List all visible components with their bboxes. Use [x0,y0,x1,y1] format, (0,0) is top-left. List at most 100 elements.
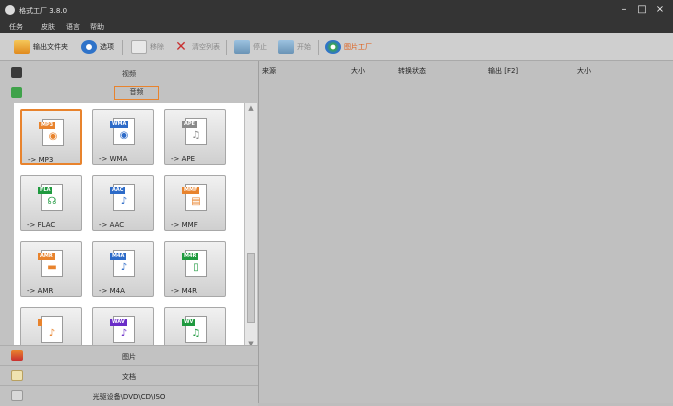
picture-factory-button[interactable]: 图片工厂 [325,39,372,55]
toolbar-divider [318,40,319,55]
output-folder-label: 输出文件夹 [33,43,68,51]
format-tile[interactable]: AMR ▬ -> AMR [20,241,82,297]
menu-language[interactable]: 语言 [66,22,80,32]
format-tile[interactable]: WMA ◉ -> WMA [92,109,154,165]
format-tile-label: -> APE [171,155,196,163]
format-badge: APE [182,121,197,128]
format-glyph-icon: ▤ [191,196,201,207]
start-icon [278,40,294,54]
category-document-label: 文档 [122,373,136,381]
format-tile[interactable]: MMF ▤ -> MMF [164,175,226,231]
close-button[interactable]: × [653,4,667,16]
column-size[interactable]: 大小 [351,66,365,76]
audio-file-icon: WMA ◉ [110,118,135,145]
audio-file-icon: ♪ [38,316,63,343]
gear-icon [81,40,97,54]
audio-file-icon: AAC ♪ [110,184,135,211]
audio-file-icon: MP3 ◉ [39,119,64,146]
format-tile[interactable]: AAC ♪ -> AAC [92,175,154,231]
app-logo-icon [5,5,15,15]
format-tile[interactable]: FLA ☊ -> FLAC [20,175,82,231]
column-status[interactable]: 转换状态 [398,66,426,76]
format-glyph-icon: ▯ [193,262,199,273]
format-badge: FLA [38,187,53,194]
output-folder-button[interactable]: 输出文件夹 [14,39,68,55]
toolbar: 输出文件夹 选项 移除 ✕ 清空列表 停止 开始 图片工厂 [0,33,673,61]
format-tile[interactable]: ♪ [20,307,82,349]
clear-list-button[interactable]: ✕ 清空列表 [173,39,220,55]
column-output[interactable]: 输出 [F2] [488,66,518,76]
format-tile[interactable]: M4A ♪ -> M4A [92,241,154,297]
format-badge: WV [182,319,196,326]
audio-file-icon: AMR ▬ [38,250,63,277]
start-label: 开始 [297,43,311,51]
format-tile-label: -> FLAC [27,221,56,229]
menu-help[interactable]: 帮助 [90,22,104,32]
audio-file-icon: APE ♫ [182,118,207,145]
format-badge: AAC [110,187,126,194]
format-glyph-icon: ◉ [119,130,129,141]
remove-button[interactable]: 移除 [131,39,164,55]
menu-skin[interactable]: 皮肤 [41,22,55,32]
format-tile[interactable]: APE ♫ -> APE [164,109,226,165]
format-badge: M4A [110,253,127,260]
category-panel: 视频 音频 MP3 ◉ -> MP3 WMA ◉ -> WMA APE ♫ -> APE FLA ☊… [0,61,259,406]
toolbar-divider [122,40,123,55]
options-button[interactable]: 选项 [81,39,114,55]
format-badge: MMF [182,187,200,194]
column-output-size[interactable]: 大小 [577,66,591,76]
format-badge [38,319,42,326]
menu-task[interactable]: 任务 [9,22,23,32]
format-tile[interactable]: M4R ▯ -> M4R [164,241,226,297]
format-glyph-icon: ♪ [120,196,128,207]
format-badge: M4R [182,253,199,260]
audio-file-icon: FLA ☊ [38,184,63,211]
format-glyph-icon: ▬ [47,262,57,273]
delete-icon: ✕ [175,39,187,55]
format-badge: AMR [38,253,55,260]
clear-list-label: 清空列表 [192,43,220,51]
category-video-label: 视频 [122,70,136,78]
scroll-up-icon[interactable]: ▲ [246,103,256,113]
format-glyph-icon: ♪ [120,328,128,339]
format-tile[interactable]: MP3 ◉ -> MP3 [20,109,82,165]
audio-file-icon: WV ♫ [182,316,207,343]
format-glyph-icon: ♪ [48,328,56,339]
format-glyph-icon: ♫ [191,328,201,339]
stop-button[interactable]: 停止 [234,39,267,55]
document-icon [131,40,147,54]
format-badge: WMA [110,121,129,128]
format-grid-scrollbar[interactable]: ▲ ▼ [244,103,257,349]
format-glyph-icon: ♫ [191,130,201,141]
format-glyph-icon: ◉ [48,131,58,142]
audio-file-icon: M4A ♪ [110,250,135,277]
category-rom-label: 光驱设备\DVD\CD\ISO [92,393,166,401]
format-tile[interactable]: WAV ♪ [92,307,154,349]
audio-format-grid: MP3 ◉ -> MP3 WMA ◉ -> WMA APE ♫ -> APE FLA ☊ -> FLA… [14,103,244,349]
menu-bar: 任务 皮肤 语言 帮助 [0,20,673,33]
options-label: 选项 [100,43,114,51]
toolbar-divider [226,40,227,55]
category-audio-label: 音频 [114,86,159,100]
folder-icon [14,40,30,54]
format-glyph-icon: ♪ [120,262,128,273]
task-list[interactable]: 来源 大小 转换状态 输出 [F2] 大小 [259,61,673,403]
category-document[interactable]: 文档 [0,365,258,386]
format-tile-label: -> MMF [171,221,198,229]
format-tile-label: -> AMR [27,287,54,295]
window-title: 格式工厂 3.8.0 [19,7,68,15]
start-button[interactable]: 开始 [278,39,311,55]
column-source[interactable]: 来源 [262,66,276,76]
category-picture[interactable]: 图片 [0,345,258,366]
format-tile[interactable]: WV ♫ [164,307,226,349]
format-tile-label: -> WMA [99,155,128,163]
title-bar: 格式工厂 3.8.0 – □ × [0,0,673,20]
audio-file-icon: M4R ▯ [182,250,207,277]
scrollbar-thumb[interactable] [247,253,255,323]
music-note-icon [11,87,22,98]
maximize-button[interactable]: □ [635,4,649,16]
format-tile-label: -> MP3 [28,156,54,164]
minimize-button[interactable]: – [617,4,631,16]
category-video[interactable]: 视频 [0,63,258,83]
remove-label: 移除 [150,43,164,51]
